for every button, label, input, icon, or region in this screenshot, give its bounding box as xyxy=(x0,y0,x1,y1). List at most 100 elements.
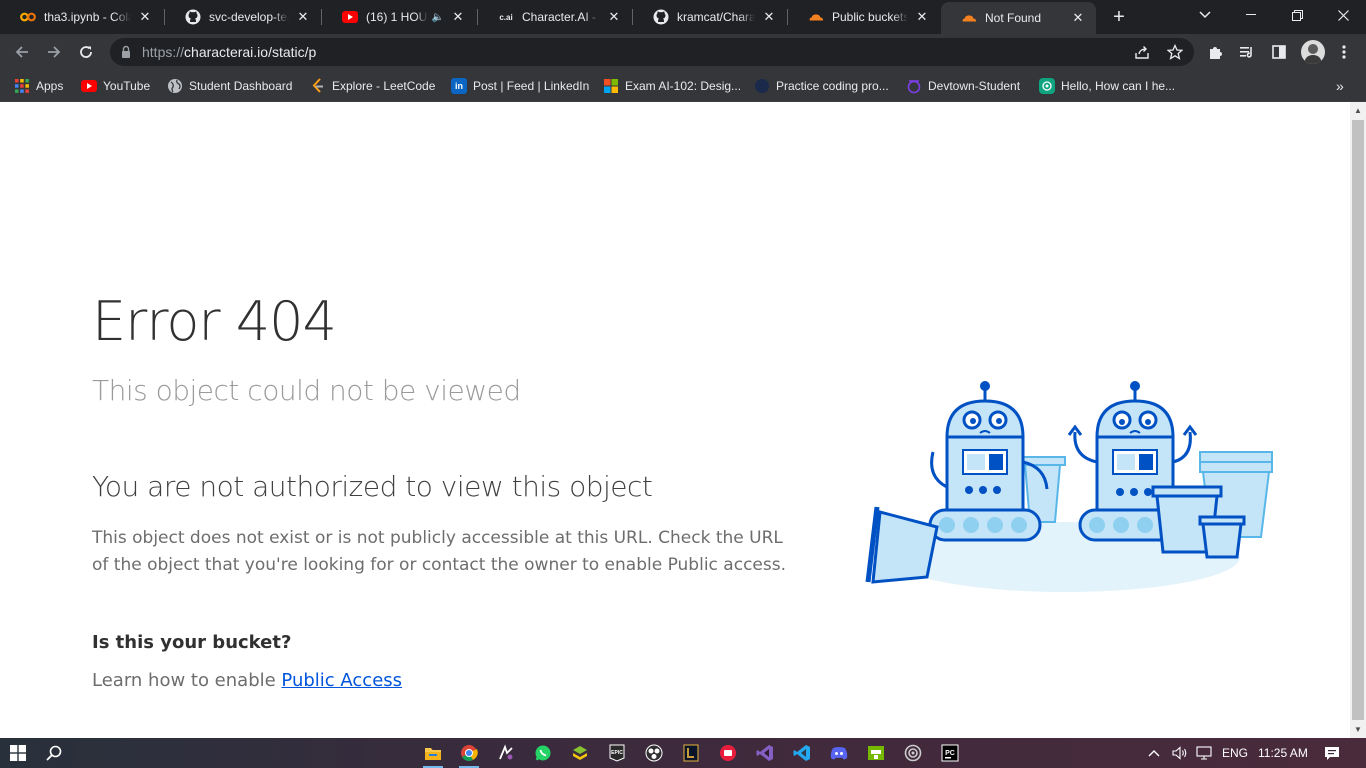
star-icon xyxy=(1167,44,1183,60)
back-button[interactable] xyxy=(8,38,36,66)
close-window-button[interactable] xyxy=(1320,0,1366,30)
tab-github-kramcat[interactable]: kramcat/Characte ✕ xyxy=(633,0,787,34)
taskbar-chrome[interactable] xyxy=(457,741,481,768)
close-icon[interactable]: ✕ xyxy=(606,9,622,25)
tab-colab[interactable]: tha3.ipynb - Colab ✕ xyxy=(0,0,163,34)
taskbar-obs[interactable] xyxy=(642,741,666,765)
new-tab-button[interactable]: + xyxy=(1108,6,1130,28)
restore-icon xyxy=(1291,9,1303,21)
bookmark-youtube[interactable]: YouTube xyxy=(81,76,150,96)
taskbar-vscode[interactable] xyxy=(790,741,814,765)
microsoft-icon xyxy=(603,78,619,94)
tab-characterai[interactable]: c.ai Character.AI - Ch ✕ xyxy=(478,0,632,34)
start-button[interactable] xyxy=(6,741,30,765)
tab-youtube[interactable]: (16) 1 HOUR 🔈 ✕ xyxy=(322,0,476,34)
side-panel-icon xyxy=(1272,45,1286,59)
bookmark-label: Student Dashboard xyxy=(189,79,293,93)
file-explorer-icon xyxy=(425,748,441,760)
taskbar-file-explorer[interactable] xyxy=(421,741,445,768)
restore-button[interactable] xyxy=(1274,0,1320,30)
scrollbar-thumb[interactable] xyxy=(1352,120,1364,720)
close-icon[interactable]: ✕ xyxy=(1070,10,1086,26)
taskbar-league[interactable] xyxy=(679,741,703,765)
bookmark-practice-coding[interactable]: Practice coding pro... xyxy=(754,76,889,96)
taskbar-bluestacks[interactable] xyxy=(568,741,592,765)
address-bar[interactable]: https://characterai.io/static/p xyxy=(110,38,1194,66)
minimize-button[interactable] xyxy=(1228,0,1274,30)
tab-github-svc[interactable]: svc-develop-team ✕ xyxy=(165,0,321,34)
scroll-up-arrow-icon[interactable]: ▲ xyxy=(1354,106,1362,115)
taskbar-nvidia[interactable] xyxy=(864,741,888,765)
page-subtitle: This object could not be viewed xyxy=(92,374,521,407)
menu-button[interactable] xyxy=(1334,42,1354,62)
globe-icon xyxy=(167,78,183,94)
tab-search-button[interactable] xyxy=(1182,0,1228,30)
tab-public-buckets[interactable]: Public buckets · C ✕ xyxy=(788,0,940,34)
bookmark-label: Exam AI-102: Desig... xyxy=(625,79,742,93)
github-icon xyxy=(185,9,201,25)
pycharm-icon: PC xyxy=(941,744,959,762)
close-icon xyxy=(1337,9,1349,21)
page-scrollbar[interactable]: ▲ ▼ xyxy=(1350,102,1366,738)
clock[interactable]: 11:25 AM xyxy=(1258,738,1308,768)
characterai-icon: c.ai xyxy=(499,12,513,22)
taskbar-app-red[interactable] xyxy=(716,741,740,765)
app-red-icon xyxy=(720,745,736,761)
tipped-bucket-icon xyxy=(865,506,939,584)
taskbar-app-circle[interactable] xyxy=(901,741,925,765)
close-icon[interactable]: ✕ xyxy=(137,9,153,25)
bookmark-star-button[interactable] xyxy=(1165,42,1185,62)
bookmark-linkedin[interactable]: in Post | Feed | LinkedIn xyxy=(451,76,589,96)
tab-not-found[interactable]: Not Found ✕ xyxy=(941,2,1096,34)
profile-avatar[interactable] xyxy=(1301,40,1325,64)
tab-title: Not Found xyxy=(985,11,1042,25)
search-icon xyxy=(46,745,62,761)
taskbar-epic-games[interactable]: EPIC xyxy=(605,741,629,765)
search-button[interactable] xyxy=(42,741,66,765)
show-hidden-icons-button[interactable] xyxy=(1148,738,1160,768)
taskbar-discord[interactable] xyxy=(827,741,851,765)
bookmark-student-dashboard[interactable]: Student Dashboard xyxy=(167,76,292,96)
network-button[interactable] xyxy=(1196,738,1212,768)
network-icon xyxy=(1196,746,1212,760)
bookmarks-overflow-button[interactable]: » xyxy=(1336,76,1344,96)
close-icon[interactable]: ✕ xyxy=(761,9,777,25)
close-icon[interactable]: ✕ xyxy=(450,9,466,25)
bookmark-leetcode[interactable]: Explore - LeetCode xyxy=(310,76,435,96)
language-indicator[interactable]: ENG xyxy=(1222,738,1248,768)
taskbar-whatsapp[interactable] xyxy=(531,741,555,765)
close-icon[interactable]: ✕ xyxy=(914,9,930,25)
scroll-down-arrow-icon[interactable]: ▼ xyxy=(1354,725,1362,734)
puzzle-icon xyxy=(1210,47,1222,59)
url-text[interactable]: https://characterai.io/static/p xyxy=(142,38,316,66)
bookmark-exam-ai102[interactable]: Exam AI-102: Desig... xyxy=(603,76,741,96)
bookmark-chatgpt[interactable]: Hello, How can I he... xyxy=(1039,76,1175,96)
speaker-icon[interactable]: 🔈 xyxy=(432,12,444,23)
windows-taskbar: EPIC PC ENG 11:25 AM xyxy=(0,738,1366,768)
public-access-link[interactable]: Public Access xyxy=(281,670,402,691)
taskbar-app[interactable] xyxy=(494,741,518,765)
forward-button[interactable] xyxy=(40,38,68,66)
side-panel-button[interactable] xyxy=(1269,42,1289,62)
reload-button[interactable] xyxy=(72,38,100,66)
taskbar-pycharm[interactable]: PC xyxy=(938,741,962,765)
cloudflare-icon xyxy=(961,10,977,26)
lock-icon[interactable] xyxy=(121,45,131,59)
share-button[interactable] xyxy=(1132,42,1152,62)
avatar-icon xyxy=(1301,40,1325,64)
extensions-button[interactable] xyxy=(1206,42,1226,62)
media-controls-button[interactable] xyxy=(1237,42,1257,62)
action-center-button[interactable] xyxy=(1324,738,1340,768)
tab-title: kramcat/Characte xyxy=(677,10,755,24)
language-label: ENG xyxy=(1222,746,1249,760)
volume-button[interactable] xyxy=(1172,738,1188,768)
bucket-question: Is this your bucket? xyxy=(92,632,292,653)
tab-title: Public buckets · C xyxy=(832,10,908,24)
cloudflare-icon xyxy=(808,9,824,25)
page-title: Error 404 xyxy=(92,290,337,353)
bookmark-apps[interactable]: Apps xyxy=(14,76,63,96)
bookmark-devtown[interactable]: Devtown-Student xyxy=(906,76,1020,96)
close-icon[interactable]: ✕ xyxy=(295,9,311,25)
taskbar-visual-studio[interactable] xyxy=(753,741,777,765)
browser-toolbar: https://characterai.io/static/p xyxy=(0,34,1366,70)
